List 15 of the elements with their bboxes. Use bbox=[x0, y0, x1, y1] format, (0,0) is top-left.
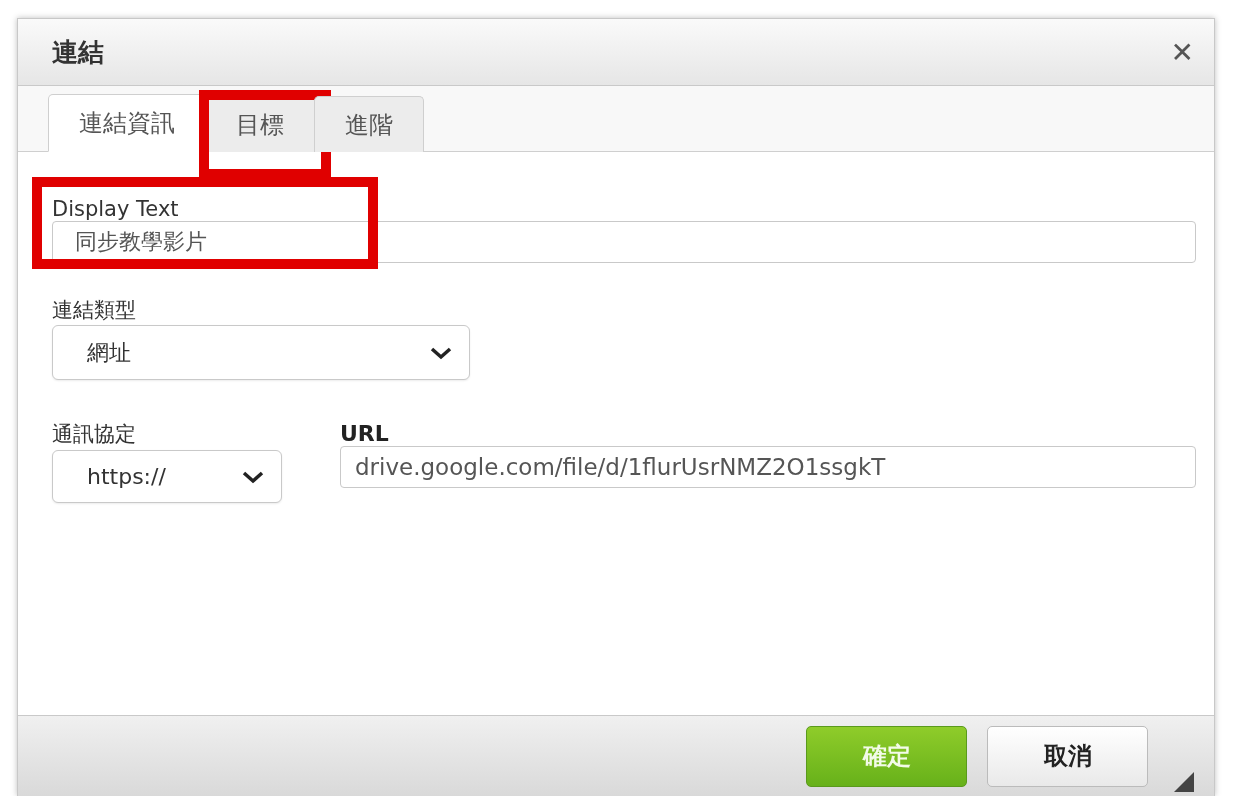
link-type-select[interactable]: 網址 bbox=[52, 325, 470, 380]
close-button[interactable]: ✕ bbox=[1164, 35, 1200, 69]
cancel-button[interactable]: 取消 bbox=[987, 725, 1148, 787]
field-label: Display Text bbox=[52, 197, 180, 221]
protocol-select[interactable]: https:// bbox=[52, 450, 282, 503]
url-field[interactable]: drive.google.com/file/d/1flurUsrNMZ2O1ssgkT bbox=[340, 446, 1196, 488]
chevron-down-icon bbox=[241, 469, 265, 484]
display-text-field[interactable]: 同步教學影片 bbox=[52, 221, 1196, 263]
tab[interactable]: 進階 bbox=[314, 96, 424, 152]
chevron-down-icon bbox=[429, 345, 453, 360]
field-label: URL bbox=[340, 422, 390, 446]
dialog-title: 連結 bbox=[52, 35, 104, 69]
field-label: 通訊協定 bbox=[52, 422, 137, 446]
resize-grip-icon[interactable] bbox=[1174, 772, 1194, 792]
field-label: 連結類型 bbox=[52, 298, 137, 322]
